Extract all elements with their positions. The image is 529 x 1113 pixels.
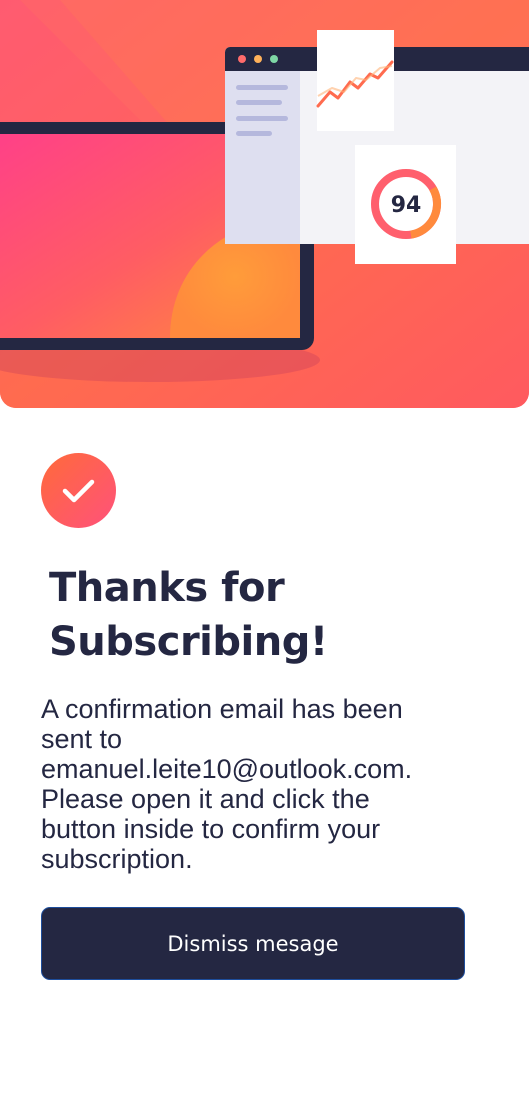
title-line-2: Subscribing!: [49, 619, 328, 665]
confirmation-message: A confirmation email has been sent to em…: [41, 694, 491, 874]
success-badge: [41, 453, 116, 528]
message-line-2: sent to: [41, 724, 123, 754]
analytics-illustration: 94: [0, 0, 529, 408]
score-value: 94: [391, 193, 422, 218]
checkmark-icon: [62, 479, 95, 503]
message-line-5: button inside to confirm your: [41, 814, 381, 844]
message-line-6: subscription.: [41, 844, 193, 874]
hero-illustration: 94: [0, 0, 529, 408]
trend-chart-card: [316, 30, 394, 131]
message-line-4: Please open it and click the: [41, 784, 370, 814]
page-title: Thanks for Subscribing!: [49, 561, 489, 669]
message-line-1: A confirmation email has been: [41, 694, 403, 724]
title-line-1: Thanks for: [49, 565, 285, 611]
dismiss-message-button[interactable]: Dismiss mesage: [41, 907, 465, 980]
email-address: emanuel.leite10@outlook.com.: [41, 754, 413, 784]
